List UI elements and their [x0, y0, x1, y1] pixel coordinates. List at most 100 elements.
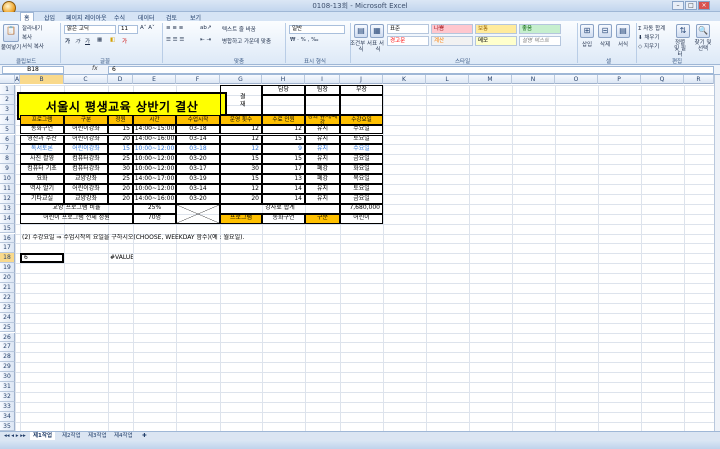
style-calc[interactable]: 계산	[431, 36, 473, 46]
table-cell[interactable]: 12	[220, 184, 262, 194]
maximize-button[interactable]: □	[685, 1, 697, 10]
kids-capacity-value[interactable]: 70명	[133, 213, 176, 224]
autosum-button[interactable]: Σ 자동 합계	[638, 24, 665, 32]
border-icon[interactable]: ▦	[97, 37, 102, 43]
lookup-type-label[interactable]: 구분	[305, 213, 340, 224]
table-cell[interactable]: 금요일	[340, 154, 383, 165]
table-cell[interactable]: 20	[108, 193, 133, 204]
style-bad[interactable]: 나쁨	[431, 24, 473, 34]
table-header-4[interactable]: 시간	[133, 114, 176, 125]
table-cell[interactable]: 어린이강좌	[64, 184, 108, 194]
table-cell[interactable]: 03-20	[176, 154, 220, 165]
lookup-program-label[interactable]: 프로그램	[220, 213, 262, 224]
table-cell[interactable]: 03-14	[176, 184, 220, 194]
table-cell[interactable]: 유지	[305, 134, 340, 145]
question-note[interactable]: (2) 수강요일 ⇒ 수업시작의 요일을 구하시오(CHOOSE, WEEKDA…	[20, 234, 426, 244]
table-format-button[interactable]: 표 서식	[370, 41, 386, 53]
row-header-34[interactable]: 34	[0, 411, 15, 422]
table-cell[interactable]: 14:00~16:00	[133, 134, 176, 145]
sheet-nav-icon[interactable]: ◂◂ ◂ ▸ ▸▸	[4, 432, 26, 440]
table-cell[interactable]: 15	[262, 154, 305, 165]
row-header-1[interactable]: 1	[0, 85, 15, 95]
col-header-F[interactable]: F	[176, 75, 220, 84]
row-header-17[interactable]: 17	[0, 243, 15, 254]
formula-input[interactable]: 6	[108, 66, 714, 74]
fee-total-value[interactable]: 7,680,000	[340, 203, 383, 214]
col-header-L[interactable]: L	[426, 75, 469, 84]
delete-cells-icon[interactable]: ⊟	[598, 24, 612, 38]
row-header-14[interactable]: 14	[0, 213, 15, 224]
table-header-5[interactable]: 수업시작	[176, 114, 220, 125]
worksheet[interactable]: ABCDEFGHIJKLMNOPQR 1 2 3 4 5 6 7 8 9 10 11 12 13 14 15…	[0, 75, 720, 432]
col-header-P[interactable]: P	[598, 75, 641, 84]
table-cell[interactable]: 어린이강좌	[64, 144, 108, 155]
style-neutral[interactable]: 보통	[475, 24, 517, 34]
find-select-button[interactable]: 찾기 및 선택	[692, 40, 714, 52]
style-warning[interactable]: 경고문	[387, 36, 429, 46]
table-cell[interactable]: 10:00~12:00	[133, 164, 176, 175]
row-header-31[interactable]: 31	[0, 382, 15, 392]
table-cell[interactable]: 30	[220, 164, 262, 175]
align-left-icon[interactable]: ☰ ☰ ☰	[166, 37, 184, 43]
conditional-format-button[interactable]: 조건부 서식	[350, 41, 372, 53]
indent-icon[interactable]: ⇤ ⇥	[200, 37, 211, 43]
format-cells-icon[interactable]: ▤	[616, 24, 630, 38]
table-cell[interactable]: 토요일	[340, 184, 383, 194]
row-header-20[interactable]: 20	[0, 273, 15, 283]
orientation-icon[interactable]: ab↗	[200, 25, 211, 31]
col-header-H[interactable]: H	[262, 75, 305, 84]
style-explain[interactable]: 설명 텍스트	[519, 36, 561, 46]
currency-icon[interactable]: ₩ · % , ‰	[290, 37, 319, 43]
col-header-B[interactable]: B	[20, 75, 64, 84]
table-cell[interactable]: 20	[108, 184, 133, 194]
kids-capacity-label[interactable]: 어린이 프로그램 전체 정원	[20, 213, 133, 224]
table-cell[interactable]: 토요일	[340, 134, 383, 145]
table-cell[interactable]: 15	[220, 174, 262, 184]
style-memo[interactable]: 메모	[475, 36, 517, 46]
row-header-18[interactable]: 18	[0, 253, 15, 264]
col-header-R[interactable]: R	[684, 75, 714, 84]
cut-button[interactable]: 잘라내기	[22, 24, 42, 32]
new-sheet-icon[interactable]: ✚	[142, 432, 147, 440]
minimize-button[interactable]: –	[672, 1, 684, 10]
row-header-21[interactable]: 21	[0, 283, 15, 293]
table-cell[interactable]: 컴퓨터강좌	[64, 154, 108, 165]
table-cell[interactable]: 14	[262, 184, 305, 194]
row-header-35[interactable]: 35	[0, 421, 15, 432]
row-header-19[interactable]: 19	[0, 263, 15, 274]
paste-button[interactable]: 붙여넣기	[1, 43, 21, 51]
table-cell[interactable]: 9	[262, 144, 305, 155]
table-cell[interactable]: 기타교실	[20, 193, 64, 204]
font-color-icon[interactable]: 가	[122, 37, 127, 45]
table-cell[interactable]: 10:00~12:00	[133, 144, 176, 155]
style-normal[interactable]: 표준	[387, 24, 429, 34]
table-header-8[interactable]: 강좌 유지/폐강	[305, 114, 340, 125]
wrap-text-button[interactable]: 텍스트 줄 바꿈	[222, 25, 256, 33]
row-header-32[interactable]: 32	[0, 391, 15, 402]
select-all-corner[interactable]	[0, 75, 15, 84]
row-header-6[interactable]: 6	[0, 134, 15, 145]
error-cell-d18[interactable]: #VALUE!	[108, 253, 133, 263]
find-select-icon[interactable]: 🔍	[696, 24, 710, 38]
sort-filter-button[interactable]: 정렬 및 필터	[672, 40, 688, 58]
row-header-28[interactable]: 28	[0, 352, 15, 363]
table-cell[interactable]: 15	[108, 124, 133, 135]
table-cell[interactable]: 13	[262, 174, 305, 184]
grow-font-icon[interactable]: A˄ A˅	[140, 25, 155, 31]
row-header-27[interactable]: 27	[0, 342, 15, 353]
table-header-6[interactable]: 운영 횟수	[220, 114, 262, 125]
row-header-16[interactable]: 16	[0, 233, 15, 244]
table-cell[interactable]: 역사 알기	[20, 184, 64, 194]
table-cell[interactable]: 어린이강좌	[64, 134, 108, 145]
col-header-Q[interactable]: Q	[641, 75, 684, 84]
italic-button[interactable]: 가	[75, 37, 80, 45]
approval-sign-1[interactable]	[262, 94, 305, 115]
row-header-23[interactable]: 23	[0, 302, 15, 313]
underline-button[interactable]: 가	[85, 37, 90, 45]
ratio-label[interactable]: 교양 프로그램 비율	[20, 203, 133, 214]
table-cell[interactable]: 12	[220, 134, 262, 145]
row-header-12[interactable]: 12	[0, 193, 15, 204]
table-cell[interactable]: 30	[108, 164, 133, 175]
row-header-5[interactable]: 5	[0, 124, 15, 135]
table-cell[interactable]: 12	[220, 124, 262, 135]
